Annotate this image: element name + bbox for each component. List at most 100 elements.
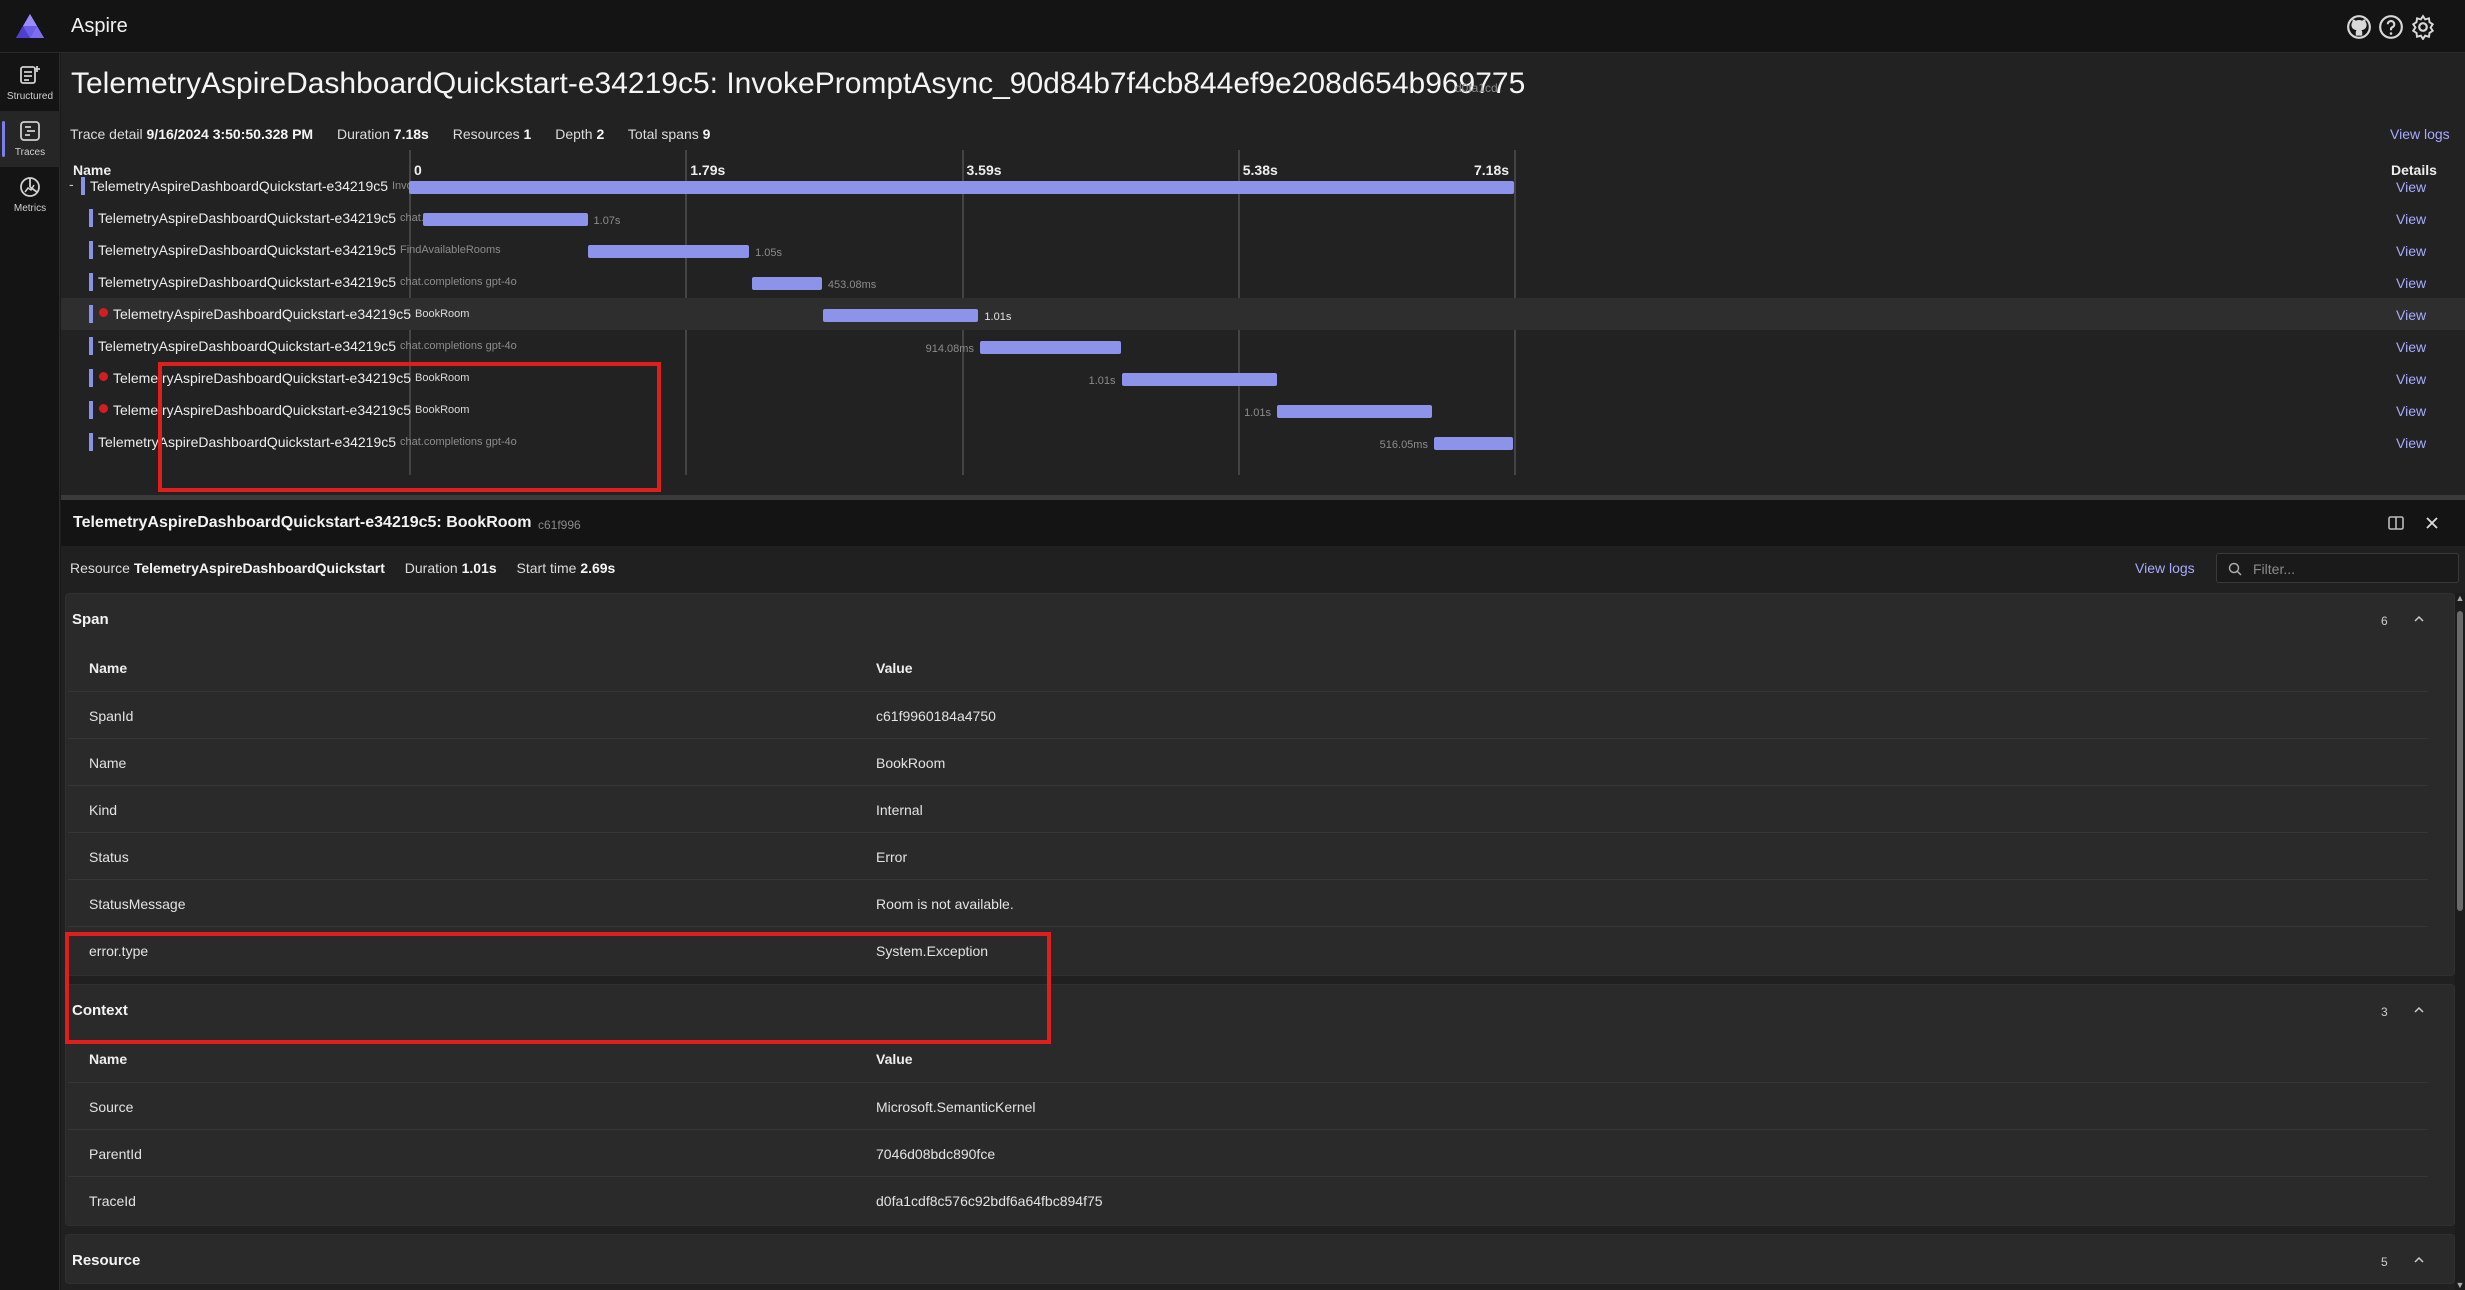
view-span-link[interactable]: View [2396, 403, 2426, 419]
nav-metrics[interactable]: Metrics [0, 167, 60, 223]
chevron-up-icon[interactable] [2412, 1253, 2426, 1267]
section-span: Span 6 Name Value SpanId c61f9960184a475… [65, 593, 2455, 976]
error-dot-icon [99, 308, 108, 317]
span-row[interactable]: TelemetryAspireDashboardQuickstart-e3421… [61, 202, 2465, 234]
span-duration-bar[interactable] [422, 213, 588, 226]
span-row[interactable]: TelemetryAspireDashboardQuickstart-e3421… [61, 266, 2465, 298]
table-row[interactable]: TraceId d0fa1cdf8c576c92bdf6a64fbc894f75 [68, 1176, 2428, 1223]
span-duration-bar[interactable] [979, 341, 1121, 354]
trace-detail-value: 9/16/2024 3:50:50.328 PM [146, 126, 314, 142]
start-time-label: Start time [516, 560, 577, 576]
span-resource-name: TelemetryAspireDashboardQuickstart-e3421… [113, 402, 412, 418]
table-row[interactable]: Kind Internal [68, 785, 2428, 832]
attribute-value: Internal [876, 802, 923, 818]
filter-input[interactable] [2253, 559, 2448, 579]
view-span-link[interactable]: View [2396, 211, 2426, 227]
span-row[interactable]: - TelemetryAspireDashboardQuickstart-e342… [61, 170, 2465, 202]
chevron-up-icon[interactable] [2412, 612, 2426, 626]
table-row[interactable]: ParentId 7046d08bdc890fce [68, 1129, 2428, 1176]
nav-structured[interactable]: Structured [0, 55, 60, 111]
attribute-value: BookRoom [876, 755, 946, 771]
settings-gear-icon[interactable] [2410, 14, 2436, 40]
scroll-down-arrow-icon[interactable]: ▼ [2455, 1280, 2465, 1290]
filter-box[interactable] [2216, 553, 2459, 583]
view-span-link[interactable]: View [2396, 339, 2426, 355]
app-name: Aspire [71, 15, 128, 37]
view-span-link[interactable]: View [2396, 307, 2426, 323]
section-header[interactable]: Span 6 [66, 594, 2455, 644]
section-count: 5 [2381, 1255, 2388, 1269]
span-duration-bar[interactable] [1121, 373, 1277, 386]
nav-metrics-label: Metrics [13, 203, 47, 214]
section-header[interactable]: Context 3 [66, 985, 2455, 1035]
span-row[interactable]: TelemetryAspireDashboardQuickstart-e3421… [61, 394, 2465, 426]
span-operation-name: FindAvailableRooms [400, 244, 501, 256]
attribute-name: Kind [89, 802, 118, 818]
section-header[interactable]: Resource 5 [66, 1235, 2455, 1285]
span-operation-name: BookRoom [415, 404, 470, 416]
view-span-link[interactable]: View [2396, 243, 2426, 259]
span-duration-bar[interactable] [409, 181, 1514, 194]
start-time-value: 2.69s [580, 560, 616, 576]
span-operation-name: chat.completions gpt-4o [400, 436, 517, 448]
span-row[interactable]: TelemetryAspireDashboardQuickstart-e3421… [61, 426, 2465, 458]
nav-structured-label: Structured [6, 91, 54, 102]
attribute-value: Room is not available. [876, 896, 1014, 912]
error-dot-icon [99, 372, 108, 381]
span-color-bar [89, 273, 93, 291]
scrollbar-thumb[interactable] [2457, 611, 2463, 911]
collapse-toggle-icon[interactable]: - [69, 176, 74, 192]
span-duration-bar[interactable] [822, 309, 979, 322]
span-resource-name: TelemetryAspireDashboardQuickstart-e3421… [90, 178, 389, 194]
trace-id-badge: d0fa1cd [1455, 81, 1498, 95]
trace-title: TelemetryAspireDashboardQuickstart-e3421… [71, 67, 1526, 100]
table-row[interactable]: Status Error [68, 832, 2428, 879]
top-bar: Aspire [0, 0, 2465, 53]
span-resource-name: TelemetryAspireDashboardQuickstart-e3421… [98, 242, 397, 258]
table-row[interactable]: Name BookRoom [68, 738, 2428, 785]
span-row[interactable]: TelemetryAspireDashboardQuickstart-e3421… [61, 298, 2465, 330]
resources-value: 1 [523, 126, 532, 142]
chevron-up-icon[interactable] [2412, 1003, 2426, 1017]
span-row[interactable]: TelemetryAspireDashboardQuickstart-e3421… [61, 234, 2465, 266]
nav-traces[interactable]: Traces [0, 111, 60, 167]
section-title: Resource [72, 1252, 141, 1269]
view-span-link[interactable]: View [2396, 275, 2426, 291]
aspire-logo-icon[interactable] [15, 13, 45, 39]
span-duration-value: 1.01s [461, 560, 497, 576]
span-duration-bar[interactable] [752, 277, 822, 290]
scroll-up-arrow-icon[interactable]: ▲ [2455, 593, 2465, 603]
close-icon[interactable] [2423, 514, 2441, 532]
span-resource-name: TelemetryAspireDashboardQuickstart-e3421… [98, 434, 397, 450]
span-duration-label: 1.07s [593, 215, 621, 227]
depth-label: Depth [555, 126, 593, 142]
view-span-link[interactable]: View [2396, 179, 2426, 195]
span-detail-summary: Resource TelemetryAspireDashboardQuickst… [70, 560, 615, 576]
attributes-scroll-area[interactable]: Span 6 Name Value SpanId c61f9960184a475… [65, 593, 2455, 1290]
view-span-link[interactable]: View [2396, 371, 2426, 387]
span-row[interactable]: TelemetryAspireDashboardQuickstart-e3421… [61, 330, 2465, 362]
view-logs-link[interactable]: View logs [2390, 126, 2450, 142]
table-row[interactable]: Source Microsoft.SemanticKernel [68, 1082, 2428, 1129]
duration-label: Duration [336, 126, 390, 142]
span-duration-bar[interactable] [1276, 405, 1433, 418]
table-row[interactable]: StatusMessage Room is not available. [68, 879, 2428, 926]
table-row[interactable]: error.type System.Exception [68, 926, 2428, 973]
span-view-logs-link[interactable]: View logs [2135, 560, 2195, 576]
split-view-icon[interactable] [2387, 514, 2405, 532]
table-header: Name Value [68, 1035, 2428, 1082]
span-duration-label: 1.01s [984, 311, 1012, 323]
view-span-link[interactable]: View [2396, 435, 2426, 451]
span-duration-bar[interactable] [1433, 437, 1514, 450]
attribute-name: StatusMessage [89, 896, 186, 912]
attribute-value: Microsoft.SemanticKernel [876, 1099, 1036, 1115]
vertical-scrollbar[interactable]: ▲ ▼ [2455, 593, 2465, 1290]
aspire-dashboard: Aspire Structured Traces Metrics Telemet… [0, 0, 2465, 1290]
span-row[interactable]: TelemetryAspireDashboardQuickstart-e3421… [61, 362, 2465, 394]
depth-value: 2 [596, 126, 605, 142]
table-row[interactable]: SpanId c61f9960184a4750 [68, 691, 2428, 738]
github-icon[interactable] [2346, 14, 2372, 40]
span-color-bar [89, 433, 93, 451]
help-icon[interactable] [2378, 14, 2404, 40]
span-duration-bar[interactable] [587, 245, 750, 258]
